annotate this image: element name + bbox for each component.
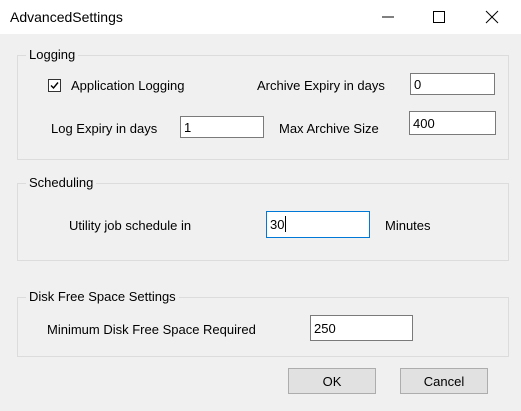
checkmark-icon — [50, 82, 59, 90]
utility-job-input[interactable] — [266, 211, 370, 238]
text-caret — [285, 216, 286, 232]
utility-job-unit: Minutes — [385, 218, 431, 233]
title-bar: AdvancedSettings — [0, 0, 521, 34]
max-archive-size-input[interactable] — [409, 111, 496, 135]
min-disk-free-space-input[interactable] — [310, 315, 413, 341]
application-logging-label[interactable]: Application Logging — [71, 78, 184, 93]
log-expiry-label: Log Expiry in days — [51, 121, 158, 136]
log-expiry-input[interactable] — [180, 116, 264, 138]
archive-expiry-input[interactable] — [410, 73, 495, 95]
archive-expiry-label: Archive Expiry in days — [257, 78, 385, 93]
application-logging-checkbox[interactable] — [48, 79, 61, 92]
minimize-icon — [382, 16, 394, 18]
max-archive-size-label: Max Archive Size — [279, 121, 379, 136]
close-button[interactable] — [469, 0, 515, 34]
scheduling-legend: Scheduling — [26, 175, 97, 190]
maximize-icon — [433, 11, 445, 23]
disk-free-space-legend: Disk Free Space Settings — [26, 289, 179, 304]
window-title: AdvancedSettings — [10, 9, 123, 25]
ok-button[interactable]: OK — [288, 368, 376, 394]
cancel-button[interactable]: Cancel — [400, 368, 488, 394]
close-icon — [485, 10, 499, 24]
minimize-button[interactable] — [365, 0, 411, 34]
utility-job-label: Utility job schedule in — [69, 218, 192, 233]
maximize-button[interactable] — [416, 0, 462, 34]
min-disk-free-space-label: Minimum Disk Free Space Required — [47, 322, 256, 337]
logging-group: Logging — [17, 47, 509, 160]
logging-legend: Logging — [26, 47, 79, 62]
